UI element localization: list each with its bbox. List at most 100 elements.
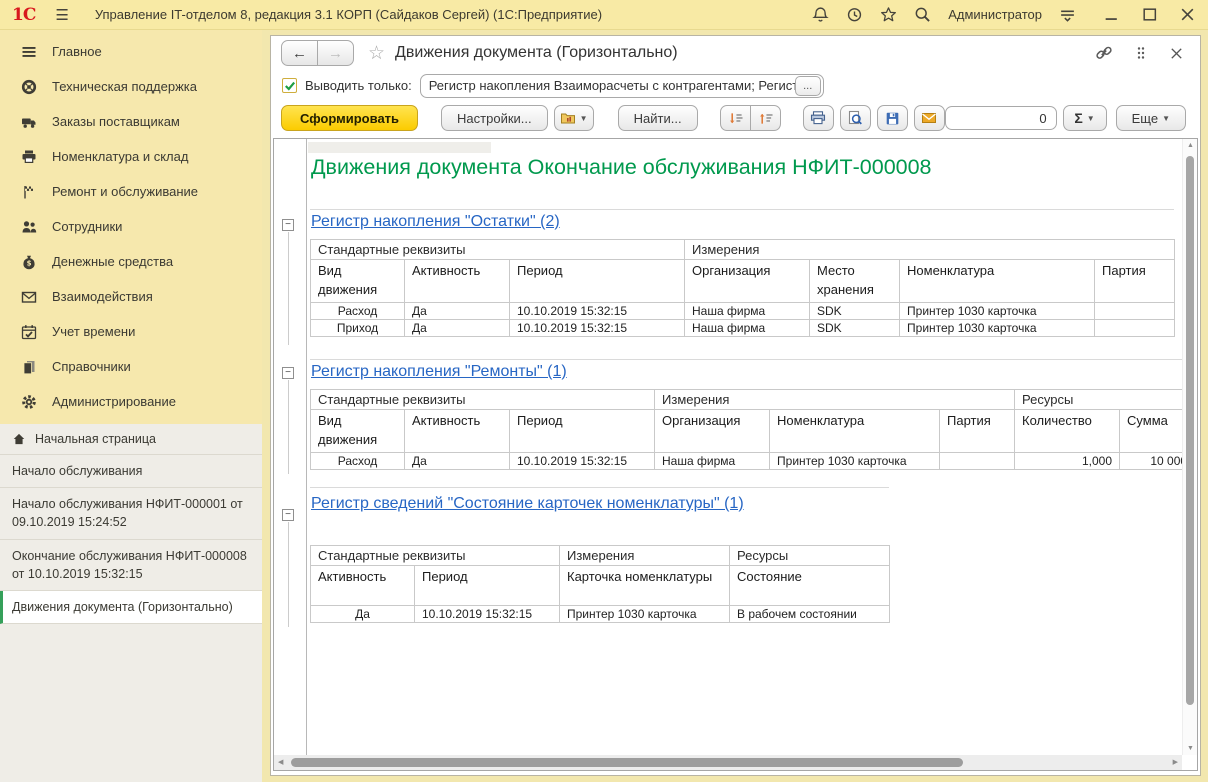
scroll-up-icon[interactable]: ▲ [1183, 142, 1198, 149]
sort-descending-icon [728, 111, 743, 126]
register-link-remonty[interactable]: Регистр накопления "Ремонты" (1) [311, 363, 567, 381]
cell: Принтер 1030 карточка [560, 606, 730, 623]
sidebar-item-label: Сотрудники [52, 219, 122, 234]
group-header-cell: Ресурсы [730, 546, 890, 566]
autosum-field[interactable]: 0 [945, 106, 1057, 130]
collapse-group-button[interactable]: − [282, 509, 294, 521]
vertical-scrollbar[interactable]: ▲ ▼ [1182, 139, 1197, 755]
document-movements-panel: ← → ☆ Движения документа (Горизонтально)… [270, 35, 1201, 776]
sidebar-item-administration[interactable]: Администрирование [0, 384, 262, 419]
settings-panel-icon[interactable] [1059, 6, 1076, 23]
column-header: Активность [405, 410, 510, 453]
registers-filter-value: Регистр накопления Взаиморасчеты с контр… [429, 78, 795, 93]
sidebar-item-repair[interactable]: Ремонт и обслуживание [0, 174, 262, 209]
window-item-active[interactable]: Движения документа (Горизонтально) [0, 591, 262, 624]
cell: SDK [810, 302, 900, 319]
register-link-ostatki[interactable]: Регистр накопления "Остатки" (2) [311, 213, 560, 231]
sort-buttons [720, 105, 781, 131]
history-icon[interactable] [846, 6, 863, 23]
favorites-star-icon[interactable] [880, 6, 897, 23]
more-menu-icon[interactable] [1133, 45, 1149, 61]
report-variants-button[interactable]: ▼ [554, 105, 594, 131]
notifications-bell-icon[interactable] [812, 6, 829, 23]
home-page-label: Начальная страница [35, 430, 156, 448]
dropdown-caret-icon: ▼ [580, 114, 588, 123]
cell [1095, 302, 1175, 319]
print-button[interactable] [803, 105, 834, 131]
column-header: Организация [685, 260, 810, 303]
sum-cell: 10 000 [1120, 452, 1182, 469]
cell: Наша фирма [655, 452, 770, 469]
maximize-icon[interactable] [1141, 6, 1158, 23]
scroll-right-icon[interactable]: ▶ [1173, 755, 1178, 770]
sidebar-item-time-tracking[interactable]: Учет времени [0, 314, 262, 349]
window-item[interactable]: Начало обслуживания [0, 455, 262, 488]
sidebar-item-supplier-orders[interactable]: Заказы поставщикам [0, 104, 262, 139]
horizontal-scrollbar[interactable]: ◀ ▶ [274, 755, 1182, 770]
registers-filter-input[interactable]: Регистр накопления Взаиморасчеты с контр… [420, 74, 824, 98]
more-actions-button[interactable]: Еще ▼ [1116, 105, 1186, 131]
sidebar-item-support[interactable]: Техническая поддержка [0, 69, 262, 104]
window-item[interactable]: Начало обслуживания НФИТ-000001 от 09.10… [0, 488, 262, 539]
cell: Принтер 1030 карточка [900, 302, 1095, 319]
find-button[interactable]: Найти... [618, 105, 698, 131]
movement-type-cell: Расход [311, 302, 405, 319]
lifebuoy-icon [21, 79, 37, 95]
sidebar-item-employees[interactable]: Сотрудники [0, 209, 262, 244]
forward-button[interactable]: → [317, 40, 354, 66]
output-only-label: Выводить только: [305, 78, 412, 93]
main-menu-icon[interactable]: ☰ [55, 6, 68, 24]
cell: 10.10.2019 15:32:15 [510, 452, 655, 469]
svg-text:$: $ [27, 259, 32, 267]
more-actions-label: Еще [1132, 111, 1158, 126]
cell: В рабочем состоянии [730, 606, 890, 623]
sidebar-item-label: Справочники [52, 359, 131, 374]
register-link-card-states[interactable]: Регистр сведений "Состояние карточек ном… [311, 491, 871, 517]
column-header: Место хранения [810, 260, 900, 303]
save-button[interactable] [877, 105, 908, 131]
settings-button[interactable]: Настройки... [441, 105, 548, 131]
page-title: Движения документа (Горизонтально) [395, 44, 678, 62]
sort-ascending-button[interactable] [750, 105, 781, 131]
vertical-scroll-thumb[interactable] [1186, 156, 1194, 705]
choose-registers-button[interactable]: ... [795, 76, 821, 96]
window-item-label: Начало обслуживания НФИТ-000001 от 09.10… [12, 497, 243, 529]
close-window-icon[interactable] [1179, 6, 1196, 23]
column-header: Вид движения [311, 260, 405, 303]
search-icon[interactable] [914, 6, 931, 23]
back-button[interactable]: ← [281, 40, 318, 66]
scroll-down-icon[interactable]: ▼ [1183, 745, 1198, 752]
sidebar-item-money[interactable]: $ Денежные средства [0, 244, 262, 279]
preview-button[interactable] [840, 105, 871, 131]
save-icon [885, 111, 900, 126]
cell: Принтер 1030 карточка [900, 319, 1095, 336]
column-header: Партия [1095, 260, 1175, 303]
scroll-left-icon[interactable]: ◀ [278, 755, 283, 770]
window-item[interactable]: Окончание обслуживания НФИТ-000008 от 10… [0, 540, 262, 591]
printer-icon [21, 149, 37, 165]
close-tab-icon[interactable] [1169, 46, 1184, 61]
report-toolbar: Сформировать Настройки... ▼ Найти... [271, 101, 1200, 135]
collapse-group-button[interactable]: − [282, 367, 294, 379]
get-link-icon[interactable] [1095, 44, 1113, 62]
home-page-item[interactable]: Начальная страница [0, 424, 262, 455]
favorite-star-icon[interactable]: ☆ [368, 42, 385, 65]
sidebar-item-interactions[interactable]: Взаимодействия [0, 279, 262, 314]
sort-descending-button[interactable] [720, 105, 751, 131]
horizontal-scroll-thumb[interactable] [291, 758, 963, 767]
sidebar-item-references[interactable]: Справочники [0, 349, 262, 384]
sidebar-item-main[interactable]: Главное [0, 34, 262, 69]
column-header: Активность [311, 566, 415, 606]
sidebar-item-label: Денежные средства [52, 254, 173, 269]
minimize-icon[interactable] [1103, 6, 1120, 23]
people-icon [21, 219, 37, 235]
sidebar-item-nomenclature[interactable]: Номенклатура и склад [0, 139, 262, 174]
output-only-checkbox[interactable] [282, 78, 297, 93]
sum-function-button[interactable]: Σ ▼ [1063, 105, 1107, 131]
calendar-icon [21, 324, 37, 340]
generate-button[interactable]: Сформировать [281, 105, 418, 131]
collapse-group-button[interactable]: − [282, 219, 294, 231]
sigma-icon: Σ [1074, 110, 1082, 126]
send-mail-button[interactable] [914, 105, 945, 131]
register-table-card-states: Стандартные реквизиты Измерения Ресурсы … [310, 545, 890, 623]
